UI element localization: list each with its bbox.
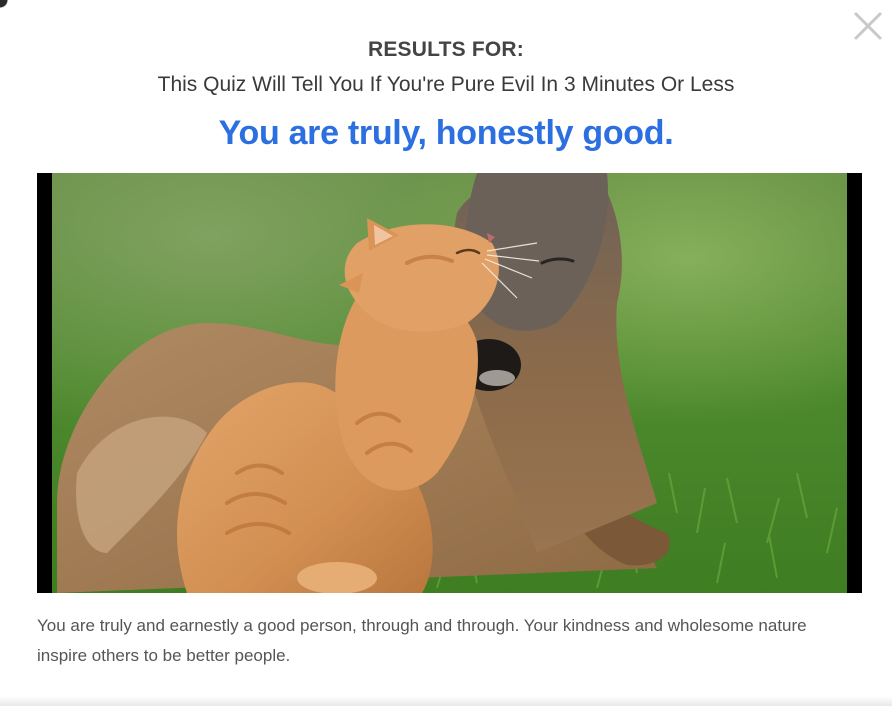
backdrop-corner [0,0,14,14]
result-description: You are truly and earnestly a good perso… [37,616,807,665]
result-title: You are truly, honestly good. [218,114,674,152]
quiz-title: This Quiz Will Tell You If You're Pure E… [157,73,735,96]
result-image [37,173,862,593]
result-modal: RESULTS FOR: This Quiz Will Tell You If … [0,0,892,706]
results-for-heading: RESULTS FOR: [367,38,524,61]
bottom-shadow [0,696,892,706]
